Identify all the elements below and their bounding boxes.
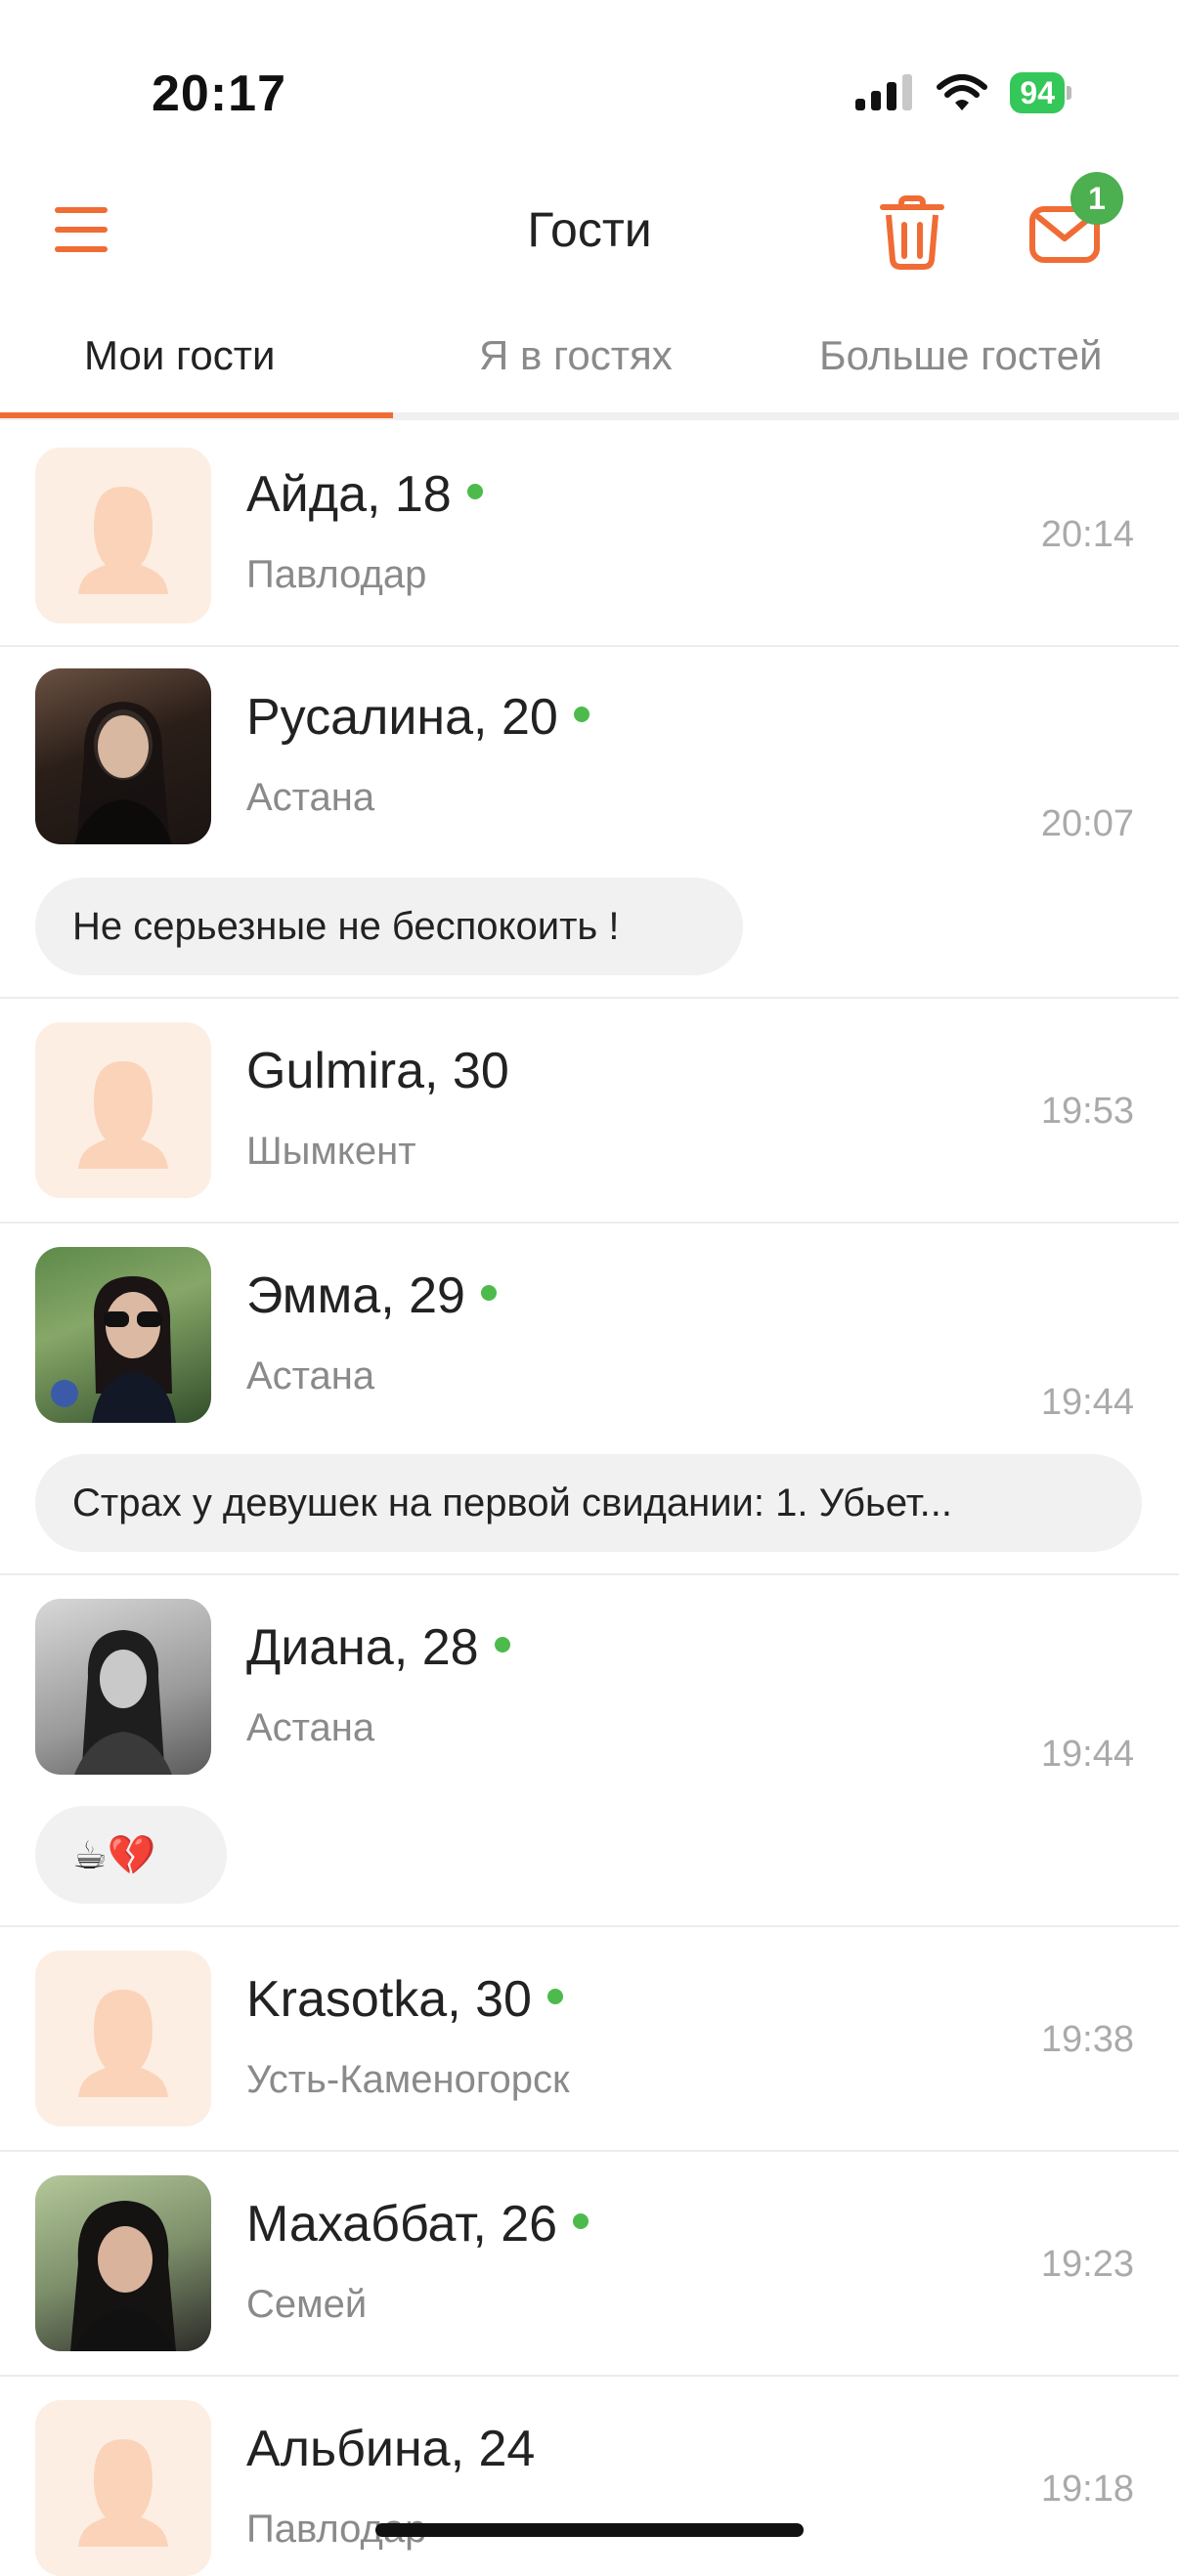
guest-city: Шымкент: [246, 1130, 416, 1173]
active-tab-indicator: [0, 412, 393, 418]
status-message: ☕💔: [35, 1806, 227, 1904]
guest-city: Астана: [246, 776, 375, 819]
guest-row[interactable]: Krasotka, 30 Усть-Каменогорск 19:38: [0, 1927, 1179, 2152]
battery-level: 94: [1010, 72, 1065, 113]
online-indicator: [494, 1637, 510, 1653]
profile-photo: [70, 2201, 176, 2351]
home-indicator[interactable]: [375, 2523, 804, 2537]
guest-city: Астана: [246, 1354, 375, 1397]
tab-my-guests[interactable]: Мои гости: [84, 332, 275, 379]
female-silhouette-icon: [78, 487, 168, 594]
online-indicator: [480, 1285, 497, 1302]
female-silhouette-icon: [78, 1990, 168, 2097]
status-message: Не серьезные не беспокоить !: [35, 878, 743, 975]
avatar[interactable]: [35, 1599, 211, 1775]
avatar[interactable]: [35, 1247, 211, 1423]
guest-city: Павлодар: [246, 553, 427, 596]
avatar[interactable]: [35, 2175, 211, 2351]
tab-i-visited[interactable]: Я в гостях: [479, 332, 673, 379]
guest-row[interactable]: Диана, 28 Астана 19:44 ☕💔: [0, 1575, 1179, 1927]
guest-name: Айда, 18: [246, 465, 483, 524]
guest-row[interactable]: Gulmira, 30 Шымкент 19:53: [0, 999, 1179, 1224]
online-indicator: [573, 707, 590, 723]
visit-time: 20:07: [1040, 803, 1134, 844]
visit-time: 19:44: [1040, 1382, 1134, 1423]
guest-city: Усть-Каменогорск: [246, 2058, 570, 2101]
online-indicator: [466, 484, 483, 500]
avatar[interactable]: [35, 448, 211, 623]
guest-name: Махаббат, 26: [246, 2195, 590, 2254]
page-title: Гости: [527, 202, 652, 257]
visit-time: 19:23: [1040, 2244, 1134, 2285]
status-message: Страх у девушек на первой свидании: 1. У…: [35, 1454, 1142, 1552]
signal-icon: [855, 74, 913, 110]
tab-more-guests[interactable]: Больше гостей: [819, 332, 1102, 379]
visit-time: 19:53: [1040, 1091, 1134, 1132]
guest-city: Астана: [246, 1706, 375, 1749]
profile-photo: [74, 1630, 172, 1775]
profile-photo: [51, 1276, 176, 1423]
tabs: Мои гости Я в гостях Больше гостей: [0, 293, 1179, 420]
trash-icon[interactable]: [878, 195, 946, 270]
female-silhouette-icon: [78, 2439, 168, 2547]
visit-time: 19:18: [1040, 2469, 1134, 2510]
mail-badge: 1: [1070, 172, 1123, 225]
avatar[interactable]: [35, 2400, 211, 2576]
avatar[interactable]: [35, 1022, 211, 1198]
battery-icon: 94: [1010, 72, 1071, 113]
female-silhouette-icon: [78, 1061, 168, 1169]
guest-row[interactable]: Русалина, 20 Астана 20:07 Не серьезные н…: [0, 647, 1179, 999]
guest-name: Gulmira, 30: [246, 1043, 509, 1099]
guest-name: Русалина, 20: [246, 688, 590, 747]
visit-time: 19:38: [1040, 2019, 1134, 2060]
online-indicator: [546, 1989, 563, 2005]
header: Гости: [0, 166, 1179, 293]
guest-name: Эмма, 29: [246, 1267, 497, 1325]
guest-row[interactable]: Эмма, 29 Астана 19:44 Страх у девушек на…: [0, 1224, 1179, 1575]
guest-row[interactable]: Махаббат, 26 Семей 19:23: [0, 2152, 1179, 2377]
avatar[interactable]: [35, 668, 211, 844]
visit-time: 20:14: [1040, 514, 1134, 555]
guest-name: Krasotka, 30: [246, 1970, 563, 2029]
visit-time: 19:44: [1040, 1734, 1134, 1775]
status-bar: 20:17 94: [0, 0, 1179, 147]
status-time: 20:17: [152, 65, 286, 122]
online-indicator: [573, 2213, 590, 2230]
guest-city: Семей: [246, 2283, 368, 2326]
avatar[interactable]: [35, 1951, 211, 2126]
guest-name: Диана, 28: [246, 1618, 510, 1677]
guest-row[interactable]: Айда, 18 Павлодар 20:14: [0, 420, 1179, 647]
profile-photo: [74, 702, 172, 844]
guest-name: Альбина, 24: [246, 2421, 536, 2477]
wifi-icon: [937, 74, 988, 110]
status-icons: 94: [853, 68, 1071, 117]
